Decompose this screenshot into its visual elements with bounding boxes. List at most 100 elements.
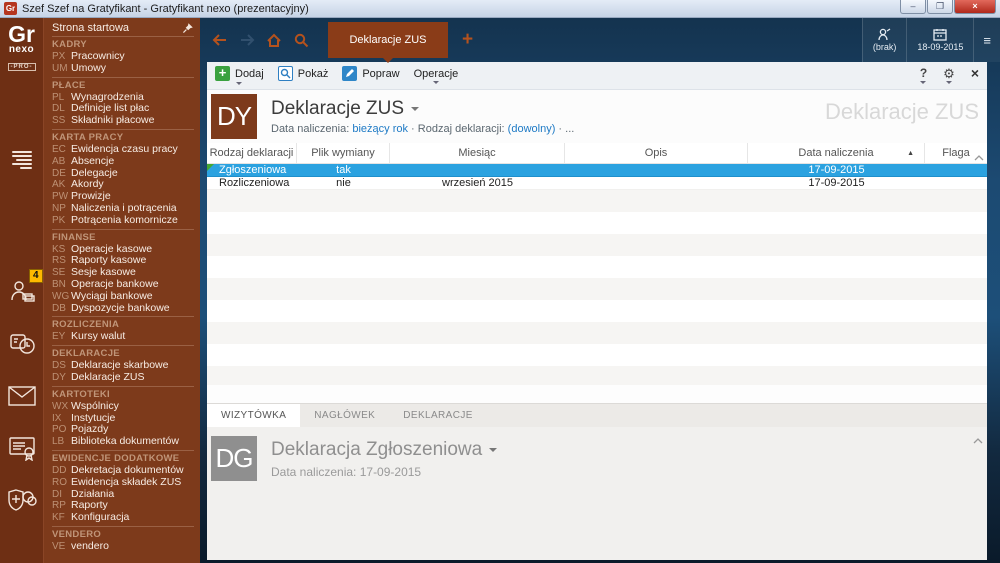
- filter-value-date[interactable]: bieżący rok: [352, 123, 408, 135]
- empty-row: [207, 256, 987, 278]
- notification-badge: 4: [28, 269, 43, 283]
- sidebar-item-label: Absencje: [71, 154, 115, 167]
- table-body: Zgłoszeniowa tak 17-09-2015 Rozliczeniowa ni…: [207, 164, 987, 190]
- sidebar-item-np[interactable]: NP Naliczenia i potrącenia: [52, 202, 194, 215]
- empty-row: [207, 278, 987, 300]
- sidebar-home-label: Strona startowa: [52, 22, 130, 34]
- table-row[interactable]: Zgłoszeniowa tak 17-09-2015: [207, 164, 987, 177]
- table-cell: 17-09-2015: [808, 177, 865, 189]
- sidebar-item-bn[interactable]: BN Operacje bankowe: [52, 278, 194, 291]
- table-cell: [565, 177, 748, 189]
- sidebar-item-ss[interactable]: SS Składniki płacowe: [52, 114, 194, 127]
- operations-button[interactable]: Operacje: [414, 68, 458, 84]
- sidebar-item-label: Wspólnicy: [71, 399, 119, 412]
- column-header-2[interactable]: Plik wymiany: [297, 143, 390, 163]
- settings-button[interactable]: ⚙: [943, 67, 955, 84]
- empty-row: [207, 190, 987, 212]
- license-shortcut-icon[interactable]: [7, 433, 37, 463]
- sidebar-item-pk[interactable]: PK Potrącenia komornicze: [52, 214, 194, 227]
- edit-button[interactable]: Popraw: [342, 66, 400, 85]
- sidebar-item-home[interactable]: Strona startowa: [52, 22, 194, 37]
- column-header-4[interactable]: Opis: [565, 143, 748, 163]
- sidebar-item-wx[interactable]: WX Wspólnicy: [52, 399, 194, 413]
- column-header-5[interactable]: Data naliczenia ▲: [748, 143, 925, 163]
- add-button[interactable]: + Dodaj: [215, 66, 264, 85]
- sidebar-item-ve[interactable]: VE vendero: [52, 540, 194, 553]
- sidebar-item-dd[interactable]: DD Dekretacja dokumentów: [52, 464, 194, 477]
- pin-icon[interactable]: [182, 22, 194, 34]
- menu-collapse-icon[interactable]: [11, 151, 32, 169]
- open-tab-deklaracje-zus[interactable]: Deklaracje ZUS: [328, 22, 448, 63]
- sidebar-item-ey[interactable]: EY Kursy walut: [52, 331, 194, 343]
- protection-shortcut-icon[interactable]: [7, 485, 37, 515]
- sidebar-item-db[interactable]: DB Dyspozycje bankowe: [52, 302, 194, 315]
- maximize-button[interactable]: ❐: [927, 0, 953, 14]
- sidebar-item-ro[interactable]: RO Ewidencja składek ZUS: [52, 476, 194, 489]
- column-header-1[interactable]: Rodzaj deklaracji: [207, 143, 297, 163]
- sidebar-item-code: DB: [52, 302, 66, 314]
- close-button[interactable]: ×: [954, 0, 996, 14]
- sidebar-item-code: PO: [52, 424, 67, 436]
- top-navbar: Deklaracje ZUS + (brak) 18-09-2015 ≡: [200, 18, 1000, 63]
- sidebar-item-lb[interactable]: LB Biblioteka dokumentów: [52, 435, 194, 448]
- sidebar-menu: Strona startowa KADRY PX Pracownicy UM Umowy…: [44, 18, 200, 563]
- sidebar-item-code: PL: [52, 91, 65, 103]
- scroll-up-icon[interactable]: [974, 148, 984, 166]
- module-header: DY Deklaracje ZUS Data naliczenia: bieżą…: [207, 90, 987, 143]
- sidebar-section-title: FINANSE: [52, 231, 96, 243]
- nav-search-button[interactable]: [293, 32, 309, 48]
- sidebar-item-code: KS: [52, 243, 66, 255]
- mail-shortcut-icon[interactable]: [7, 381, 37, 411]
- sidebar-item-um[interactable]: UM Umowy: [52, 62, 194, 75]
- show-button[interactable]: Pokaż: [277, 66, 328, 85]
- tab-nag-wek[interactable]: NAGŁÓWEK: [300, 404, 389, 427]
- empty-row: [207, 344, 987, 366]
- sidebar-item-dy[interactable]: DY Deklaracje ZUS: [52, 371, 194, 384]
- empty-row: [207, 212, 987, 234]
- nav-home-button[interactable]: [266, 32, 282, 48]
- table-cell: [565, 164, 748, 176]
- nav-forward-button[interactable]: [239, 32, 255, 48]
- filter-value-type[interactable]: (dowolny): [508, 123, 556, 135]
- sidebar-item-ab[interactable]: AB Absencje: [52, 154, 194, 168]
- forward-arrow-icon: [241, 34, 255, 46]
- work-date-button[interactable]: 18-09-2015: [906, 18, 973, 62]
- sidebar-item-kf[interactable]: KF Konfiguracja: [52, 511, 194, 524]
- sidebar-item-code: BN: [52, 278, 66, 290]
- detail-panel: DG Deklaracja Zgłoszeniowa Data naliczen…: [207, 427, 987, 560]
- nav-back-button[interactable]: [212, 32, 228, 48]
- sidebar-item-code: SS: [52, 115, 66, 127]
- filter-separator-2: ·: [558, 123, 563, 135]
- table-row[interactable]: Rozliczeniowa nie wrzesień 2015 17-09-2015: [207, 177, 987, 190]
- close-module-button[interactable]: ×: [971, 66, 979, 84]
- current-user-button[interactable]: (brak): [861, 18, 907, 62]
- table-cell: 17-09-2015: [808, 164, 865, 176]
- sort-ascending-icon: ▲: [907, 150, 914, 157]
- filter-more[interactable]: ...: [565, 123, 574, 135]
- sidebar-item-label: Wyciągi bankowe: [71, 289, 153, 302]
- tab-deklaracje[interactable]: DEKLARACJE: [389, 404, 487, 427]
- calendar-icon: [933, 29, 948, 41]
- sidebar-item-code: PX: [52, 51, 66, 62]
- employees-shortcut-icon[interactable]: 4: [7, 269, 43, 307]
- sidebar-item-ec[interactable]: EC Ewidencja czasu pracy: [52, 143, 194, 156]
- shield-plus-icon: [7, 489, 37, 511]
- detail-title-dropdown[interactable]: Deklaracja Zgłoszeniowa: [271, 439, 498, 461]
- new-tab-button[interactable]: +: [462, 30, 473, 49]
- nav-menu-button[interactable]: ≡: [973, 18, 1000, 62]
- declarations-table: Rodzaj deklaracji Plik wymiany Miesiąc Opis…: [207, 143, 987, 385]
- panel-collapse-icon[interactable]: [973, 431, 983, 449]
- help-button[interactable]: ?: [920, 67, 927, 84]
- column-header-3[interactable]: Miesiąc: [390, 143, 565, 163]
- sidebar-item-wg[interactable]: WG Wyciągi bankowe: [52, 289, 194, 303]
- help-icon: ?: [919, 66, 928, 80]
- current-user-label: (brak): [872, 42, 897, 52]
- tab-wizyt-wka[interactable]: WIZYTÓWKA: [207, 404, 301, 427]
- sidebar-section-title: KARTOTEKI: [52, 388, 110, 400]
- sidebar-item-code: LB: [52, 436, 65, 448]
- calendar-clock-shortcut-icon[interactable]: [7, 329, 37, 359]
- minimize-button[interactable]: –: [900, 0, 926, 14]
- module-title-dropdown[interactable]: Deklaracje ZUS: [271, 98, 574, 120]
- sidebar-sections: KADRY PX Pracownicy UM Umowy PŁACE PL Wynagrodz…: [52, 37, 200, 553]
- window-titlebar: Gr Szef Szef na Gratyfikant - Gratyfikan…: [0, 0, 1000, 18]
